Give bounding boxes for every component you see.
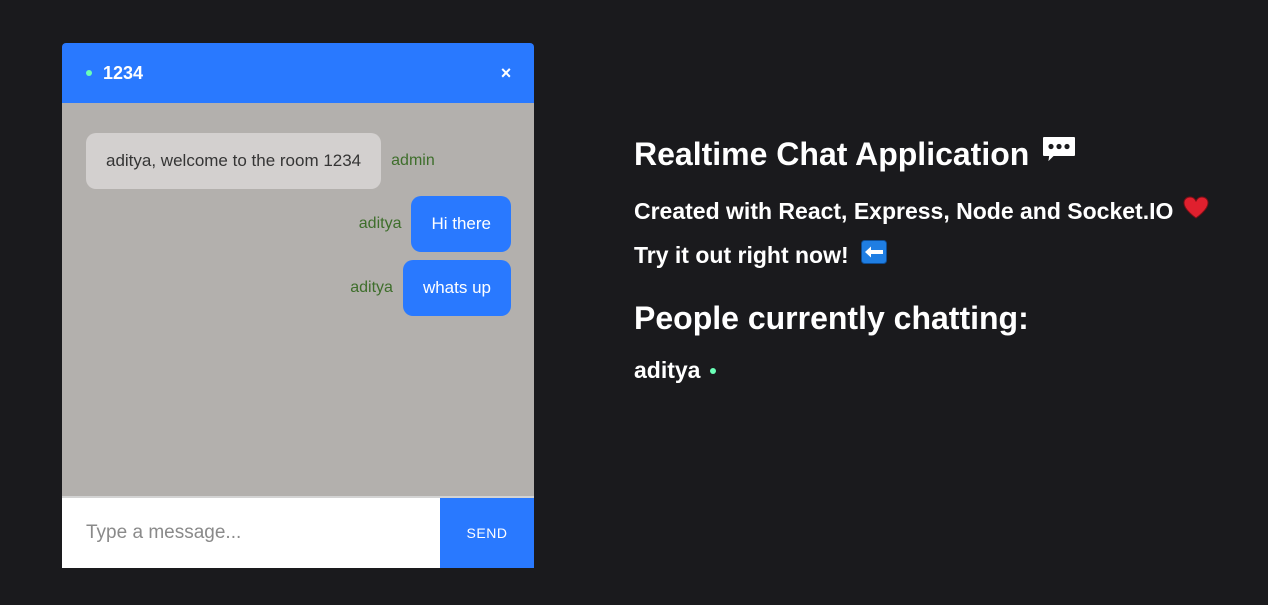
people-title: People currently chatting: <box>634 300 1029 336</box>
heart-icon <box>1183 196 1209 226</box>
message-bubble: aditya, welcome to the room 1234 <box>86 133 382 189</box>
message-sender: aditya <box>358 215 402 232</box>
message-list[interactable]: aditya, welcome to the room 1234 admin a… <box>62 103 534 498</box>
info-panel: Realtime Chat Application Created with R… <box>634 134 1209 384</box>
online-icon <box>710 367 717 374</box>
room-name: 1234 <box>103 62 144 83</box>
online-user-name: aditya <box>634 357 701 383</box>
chat-window: 1234 × aditya, welcome to the room 1234 … <box>62 43 534 568</box>
close-icon[interactable]: × <box>498 63 514 84</box>
online-user: aditya <box>634 357 1209 384</box>
message-row: aditya, welcome to the room 1234 admin <box>86 133 435 189</box>
message-bubble: Hi there <box>411 196 511 252</box>
app-subtitle-text: Created with React, Express, Node and So… <box>634 197 1174 224</box>
online-icon <box>86 70 92 76</box>
message-sender: admin <box>391 152 435 169</box>
message-sender: aditya <box>350 279 393 296</box>
message-row: aditya Hi there <box>359 196 511 252</box>
app-cta: Try it out right now! <box>634 240 1209 270</box>
send-button[interactable]: SEND <box>440 498 534 568</box>
speech-bubble-icon <box>1041 134 1078 174</box>
message-input[interactable] <box>62 498 440 568</box>
message-bubble: whats up <box>402 260 511 316</box>
message-row: aditya whats up <box>350 260 511 316</box>
left-arrow-icon <box>860 240 887 270</box>
message-composer: SEND <box>62 498 534 568</box>
app-subtitle: Created with React, Express, Node and So… <box>634 196 1209 226</box>
app-title-text: Realtime Chat Application <box>634 135 1030 172</box>
app-cta-text: Try it out right now! <box>634 241 849 268</box>
chat-header: 1234 × <box>62 43 534 103</box>
app-title: Realtime Chat Application <box>634 134 1209 174</box>
